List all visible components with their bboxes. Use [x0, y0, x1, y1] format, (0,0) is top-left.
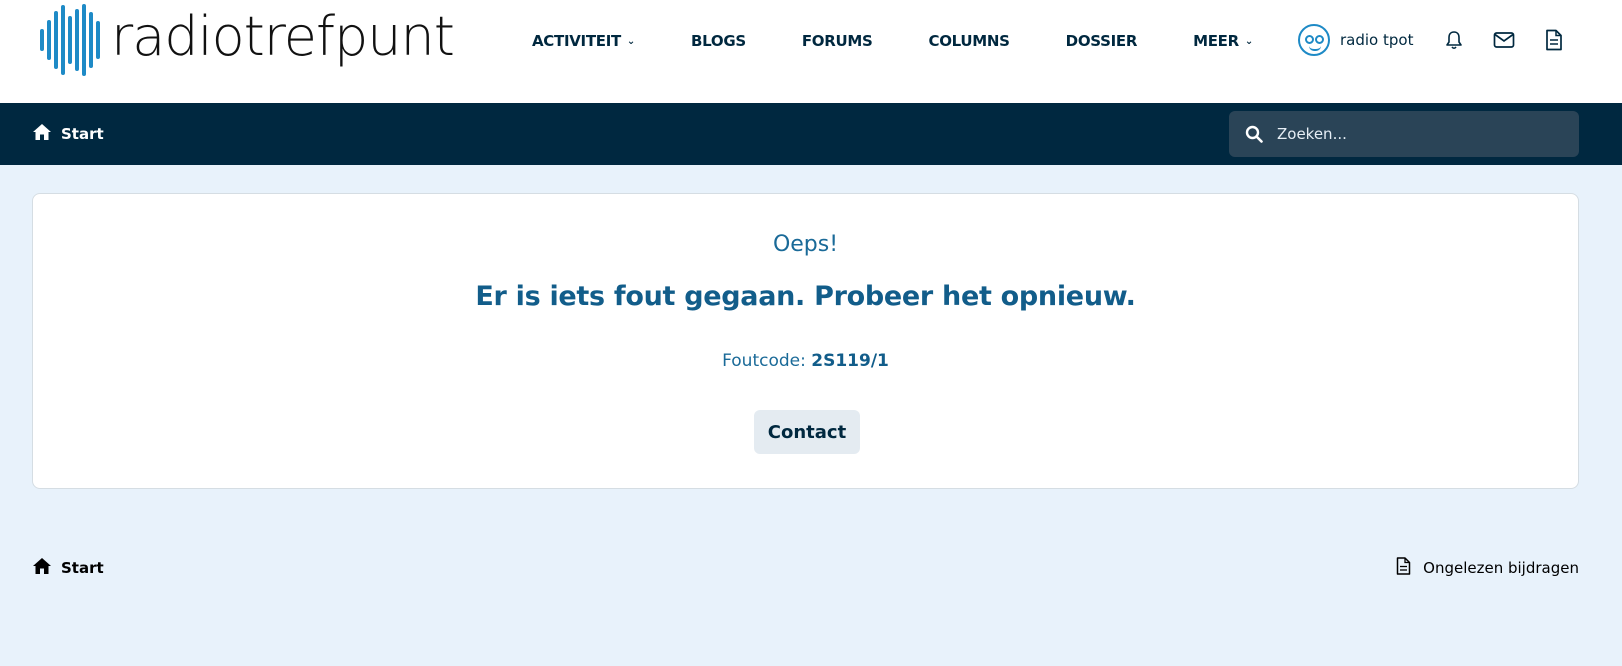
error-code: Foutcode: 2S119/1 — [33, 351, 1578, 371]
nav-label: BLOGS — [691, 32, 746, 50]
document-icon — [1396, 557, 1411, 579]
nav-label: COLUMNS — [928, 32, 1010, 50]
breadcrumb-start-label: Start — [61, 125, 104, 143]
chevron-down-icon: ⌄ — [1244, 35, 1253, 47]
nav-item-forums[interactable]: FORUMS — [802, 32, 873, 50]
unread-posts-link[interactable]: Ongelezen bijdragen — [1396, 556, 1579, 580]
envelope-icon[interactable] — [1493, 29, 1515, 51]
main-nav: ACTIVITEIT ⌄ BLOGS FORUMS COLUMNS DOSSIE… — [532, 28, 1253, 54]
home-icon — [32, 123, 52, 145]
footer-start-label: Start — [61, 559, 104, 577]
search-box — [1229, 111, 1579, 157]
chevron-down-icon: ⌄ — [626, 35, 636, 47]
sub-nav: Start — [0, 103, 1622, 165]
nav-label: FORUMS — [801, 32, 873, 50]
nav-label: MEER — [1193, 32, 1239, 50]
error-card: Oeps! Er is iets fout gegaan. Probeer he… — [32, 193, 1579, 489]
bell-icon[interactable] — [1443, 29, 1465, 51]
nav-item-activiteit[interactable]: ACTIVITEIT ⌄ — [532, 32, 635, 50]
document-icon[interactable] — [1543, 29, 1565, 51]
username[interactable]: radio tpot — [1340, 31, 1413, 49]
nav-item-blogs[interactable]: BLOGS — [691, 32, 746, 50]
error-code-value: 2S119/1 — [811, 351, 889, 371]
error-code-label: Foutcode: — [722, 351, 806, 371]
search-input[interactable] — [1277, 111, 1567, 157]
avatar[interactable] — [1298, 24, 1330, 56]
user-area: radio tpot — [1298, 22, 1565, 58]
nav-item-columns[interactable]: COLUMNS — [929, 32, 1010, 50]
search-icon — [1245, 125, 1263, 147]
nav-item-meer[interactable]: MEER ⌄ — [1193, 32, 1253, 50]
logo-waveform-icon — [40, 4, 103, 76]
unread-posts-label: Ongelezen bijdragen — [1423, 559, 1579, 577]
nav-label: ACTIVITEIT — [532, 32, 621, 50]
nav-label: DOSSIER — [1065, 32, 1138, 50]
footer-breadcrumb-start[interactable]: Start — [32, 556, 104, 580]
error-message: Er is iets fout gegaan. Probeer het opni… — [475, 281, 1136, 312]
nav-item-dossier[interactable]: DOSSIER — [1065, 32, 1138, 50]
logo-text: radiotrefpunt — [111, 5, 455, 68]
breadcrumb-start[interactable]: Start — [32, 122, 104, 146]
site-logo[interactable]: radiotrefpunt — [40, 4, 455, 76]
contact-button[interactable]: Contact — [754, 410, 860, 454]
home-icon — [32, 557, 52, 579]
error-title: Oeps! — [772, 232, 839, 257]
site-header: radiotrefpunt ACTIVITEIT ⌄ BLOGS FORUMS … — [0, 0, 1622, 103]
